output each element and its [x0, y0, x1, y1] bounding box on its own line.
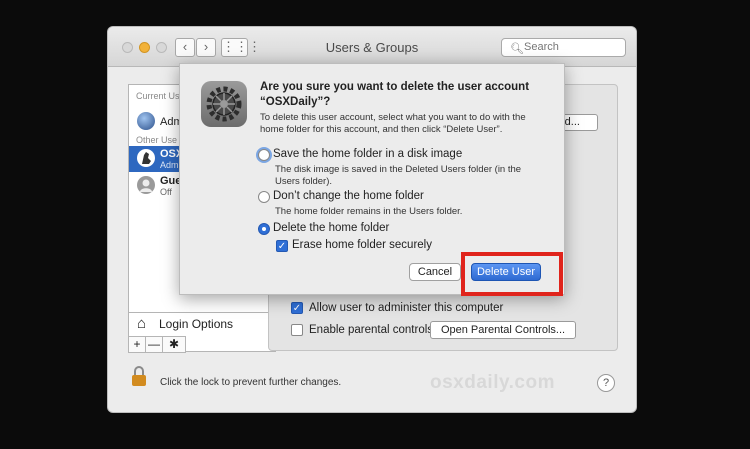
cancel-button[interactable]: Cancel	[409, 263, 461, 281]
parental-controls-label: Enable parental controls	[309, 324, 434, 336]
lock-text: Click the lock to prevent further change…	[160, 377, 342, 388]
dialog-question: Are you sure you want to delete the user…	[260, 81, 530, 108]
lock-icon[interactable]	[132, 366, 146, 386]
erase-securely-label: Erase home folder securely	[292, 239, 432, 251]
checkmark-icon: ✓	[291, 302, 303, 314]
search-icon: 🔍︎	[510, 43, 524, 55]
remove-user-button[interactable]: —	[145, 336, 163, 353]
save-home-folder-radio[interactable]	[258, 149, 270, 161]
erase-securely-checkbox[interactable]: ✓	[276, 240, 288, 252]
avatar	[137, 149, 155, 167]
search-field[interactable]: 🔍︎ Search	[501, 38, 626, 57]
save-home-folder-label: Save the home folder in a disk image	[273, 148, 463, 160]
user-status: Off	[160, 187, 172, 197]
search-placeholder: Search	[524, 41, 559, 53]
login-options-label: Login Options	[159, 317, 234, 331]
help-button[interactable]: ?	[597, 374, 615, 392]
save-home-folder-description: The disk image is saved in the Deleted U…	[275, 164, 522, 187]
user-status: Adm	[160, 160, 179, 170]
dialog-description: To delete this user account, select what…	[260, 112, 526, 135]
allow-admin-label: Allow user to administer this computer	[309, 302, 504, 314]
open-parental-controls-button[interactable]: Open Parental Controls...	[430, 321, 576, 339]
guest-avatar-icon	[137, 176, 155, 194]
action-gear-button[interactable]: ✱	[162, 336, 186, 353]
allow-admin-checkbox[interactable]: ✓ Allow user to administer this computer	[291, 302, 503, 314]
delete-home-folder-radio[interactable]	[258, 223, 270, 235]
house-icon: ⌂	[137, 315, 147, 332]
current-user-header: Current Us	[136, 91, 180, 101]
dont-change-home-folder-label: Don’t change the home folder	[273, 190, 424, 202]
other-users-header: Other Use	[136, 135, 178, 145]
dont-change-home-folder-radio[interactable]	[258, 191, 270, 203]
add-user-button[interactable]: +	[128, 336, 146, 353]
system-preferences-gear-icon	[201, 81, 247, 127]
login-options-item[interactable]: ⌂ Login Options	[128, 312, 276, 336]
empty-checkbox-icon	[291, 324, 303, 336]
delete-home-folder-label: Delete the home folder	[273, 222, 390, 234]
avatar	[137, 112, 155, 130]
title-bar: ‹ › ⋮⋮⋮ Users & Groups 🔍︎ Search	[108, 27, 636, 67]
delete-user-dialog: Are you sure you want to delete the user…	[179, 63, 565, 296]
dont-change-home-folder-description: The home folder remains in the Users fol…	[275, 206, 463, 217]
delete-user-button[interactable]: Delete User	[471, 263, 541, 281]
parental-controls-checkbox[interactable]: Enable parental controls	[291, 324, 433, 336]
lock-body	[132, 375, 146, 386]
watermark: osxdaily.com	[430, 372, 555, 393]
